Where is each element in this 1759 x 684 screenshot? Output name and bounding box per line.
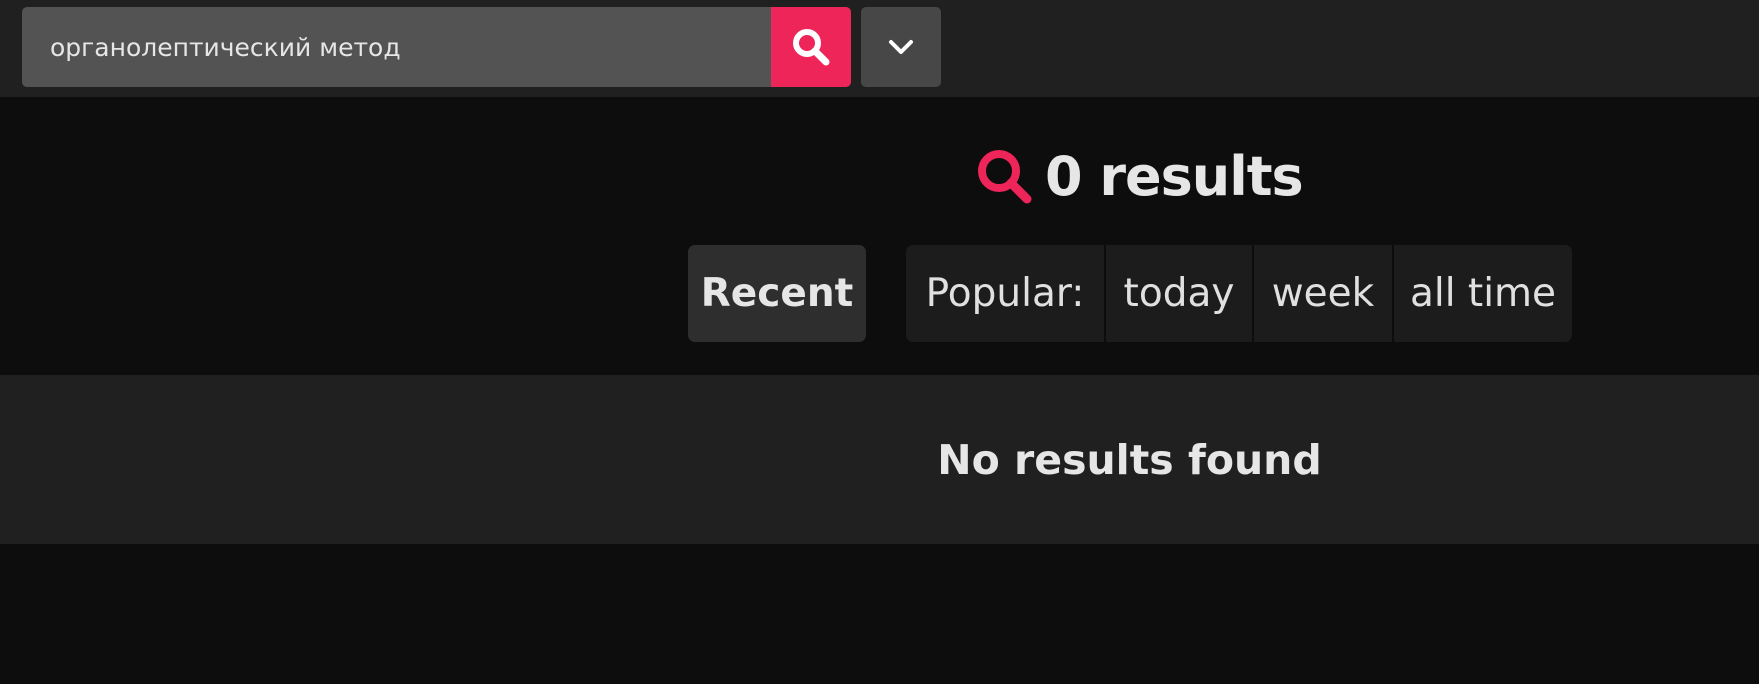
popular-all-time-button[interactable]: all time bbox=[1394, 245, 1572, 342]
results-header: 0 results bbox=[975, 144, 1304, 208]
sort-recent-button[interactable]: Recent bbox=[688, 245, 866, 342]
search-input[interactable] bbox=[22, 7, 771, 87]
chevron-down-icon bbox=[889, 40, 913, 54]
popular-today-button[interactable]: today bbox=[1106, 245, 1254, 342]
search-box bbox=[22, 7, 851, 87]
no-results-message: No results found bbox=[937, 435, 1322, 484]
search-options-dropdown-button[interactable] bbox=[861, 7, 941, 87]
popular-week-button[interactable]: week bbox=[1254, 245, 1394, 342]
top-bar bbox=[0, 0, 1759, 97]
search-icon bbox=[978, 150, 1032, 204]
results-count: 0 results bbox=[1045, 144, 1304, 208]
popular-sort-group: Popular: today week all time bbox=[906, 245, 1572, 342]
search-icon bbox=[793, 29, 830, 66]
popular-label: Popular: bbox=[906, 245, 1106, 342]
search-button[interactable] bbox=[771, 7, 851, 87]
empty-state-panel: No results found bbox=[0, 375, 1759, 544]
